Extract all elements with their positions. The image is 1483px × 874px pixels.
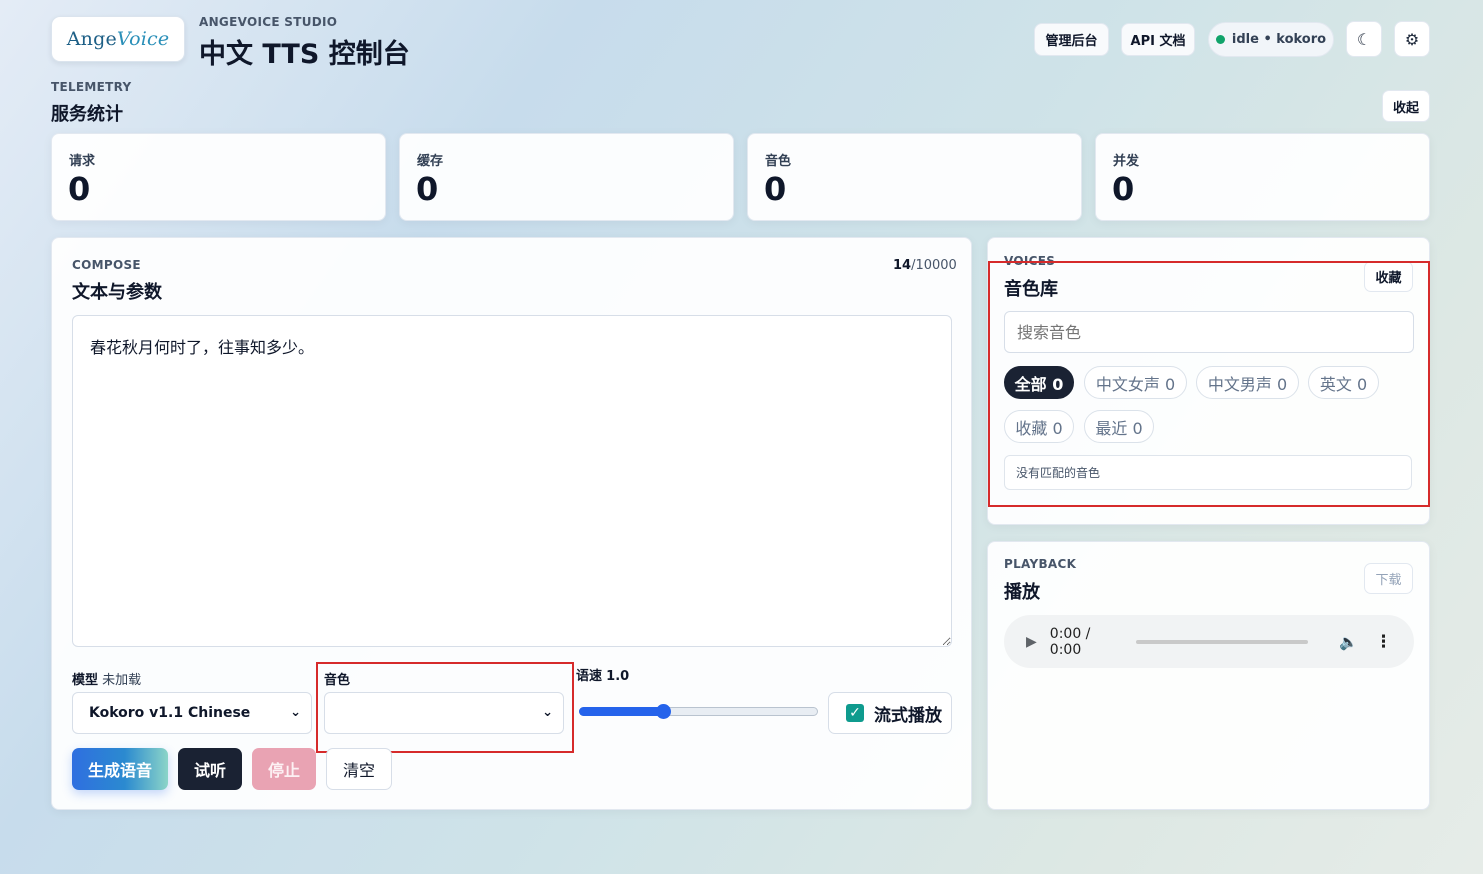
stop-button[interactable]: 停止: [252, 748, 316, 790]
filter-chip-english[interactable]: 英文 0: [1308, 366, 1379, 399]
telemetry-title: 服务统计: [51, 104, 123, 125]
stat-label: 请求: [69, 154, 96, 169]
stat-value: 0: [1112, 170, 1135, 208]
voices-title: 音色库: [1004, 279, 1058, 300]
compose-eyebrow: COMPOSE: [72, 258, 141, 272]
speed-label: 语速 1.0: [576, 665, 629, 684]
model-value: Kokoro v1.1 Chinese: [89, 705, 251, 721]
more-options-icon[interactable]: ⋮: [1375, 632, 1392, 652]
theme-toggle-button[interactable]: ☾: [1346, 21, 1382, 57]
model-label-text: 模型: [72, 673, 99, 688]
speed-label-text: 语速: [576, 669, 603, 684]
speed-slider-thumb[interactable]: [655, 704, 671, 719]
filter-chip-recent[interactable]: 最近 0: [1084, 410, 1154, 443]
preview-button[interactable]: 试听: [178, 748, 242, 790]
stat-value: 0: [764, 170, 787, 208]
char-count: 14: [893, 258, 912, 273]
chevron-down-icon: ⌄: [290, 705, 301, 720]
stat-value: 0: [416, 170, 439, 208]
voice-search-input[interactable]: [1004, 311, 1414, 353]
model-label: 模型 未加载: [72, 669, 141, 688]
volume-icon[interactable]: 🔈: [1339, 633, 1358, 651]
chevron-down-icon: ⌄: [542, 705, 553, 720]
audio-time: 0:00 / 0:00: [1049, 625, 1091, 658]
download-button[interactable]: 下载: [1364, 563, 1413, 594]
stat-card-voices: 音色 0: [747, 133, 1082, 221]
status-text: idle • kokoro: [1231, 32, 1327, 47]
telemetry-eyebrow: TELEMETRY: [51, 80, 132, 94]
settings-button[interactable]: ⚙: [1394, 21, 1430, 57]
stat-label: 缓存: [417, 154, 444, 169]
compose-title: 文本与参数: [72, 282, 162, 303]
moon-icon: ☾: [1356, 29, 1372, 49]
model-select[interactable]: Kokoro v1.1 Chinese ⌄: [72, 692, 312, 734]
favorite-button[interactable]: 收藏: [1364, 261, 1413, 292]
admin-button[interactable]: 管理后台: [1034, 23, 1109, 56]
speed-value: 1.0: [606, 669, 630, 684]
logo-text-1: Ange: [66, 28, 117, 50]
audio-progress-bar[interactable]: [1136, 639, 1309, 644]
clear-button[interactable]: 清空: [326, 748, 392, 790]
stream-toggle[interactable]: ✓ 流式播放: [828, 692, 952, 734]
filter-chip-cn-female[interactable]: 中文女声 0: [1084, 366, 1187, 399]
generate-button[interactable]: 生成语音: [72, 748, 168, 790]
gear-icon: ⚙: [1404, 29, 1420, 49]
char-counter: 14/10000: [893, 258, 957, 273]
stat-card-requests: 请求 0: [51, 133, 386, 221]
logo-text-2: Voice: [116, 28, 170, 50]
playback-eyebrow: PLAYBACK: [1004, 557, 1077, 571]
api-docs-button[interactable]: API 文档: [1121, 23, 1195, 56]
filter-chip-all[interactable]: 全部 0: [1004, 366, 1074, 399]
stat-label: 并发: [1113, 154, 1140, 169]
stat-label: 音色: [765, 154, 792, 169]
stat-value: 0: [68, 170, 91, 208]
audio-player: ▶ 0:00 / 0:00 🔈 ⋮: [1004, 615, 1414, 668]
play-icon[interactable]: ▶: [1026, 634, 1037, 650]
playback-title: 播放: [1004, 582, 1040, 603]
model-status: 未加载: [102, 673, 142, 688]
status-dot-icon: [1215, 35, 1225, 44]
filter-chip-favorites[interactable]: 收藏 0: [1004, 410, 1074, 443]
checkbox-checked-icon[interactable]: ✓: [846, 704, 864, 722]
collapse-button[interactable]: 收起: [1382, 90, 1430, 122]
filter-chip-cn-male[interactable]: 中文男声 0: [1196, 366, 1299, 399]
speed-slider-fill: [579, 707, 663, 716]
studio-eyebrow: ANGEVOICE STUDIO: [199, 15, 338, 29]
voice-select[interactable]: ⌄: [324, 692, 564, 734]
text-input[interactable]: [72, 315, 952, 647]
page-title: 中文 TTS 控制台: [199, 39, 410, 70]
stat-card-concurrency: 并发 0: [1095, 133, 1430, 221]
voices-empty-state: 没有匹配的音色: [1004, 455, 1412, 490]
voices-eyebrow: VOICES: [1004, 254, 1056, 268]
logo[interactable]: Ange Voice: [51, 16, 185, 62]
status-badge: idle • kokoro: [1208, 22, 1334, 57]
stream-label: 流式播放: [874, 705, 942, 726]
char-max: /10000: [911, 258, 957, 273]
stat-card-cache: 缓存 0: [399, 133, 734, 221]
voice-label: 音色: [324, 673, 351, 688]
